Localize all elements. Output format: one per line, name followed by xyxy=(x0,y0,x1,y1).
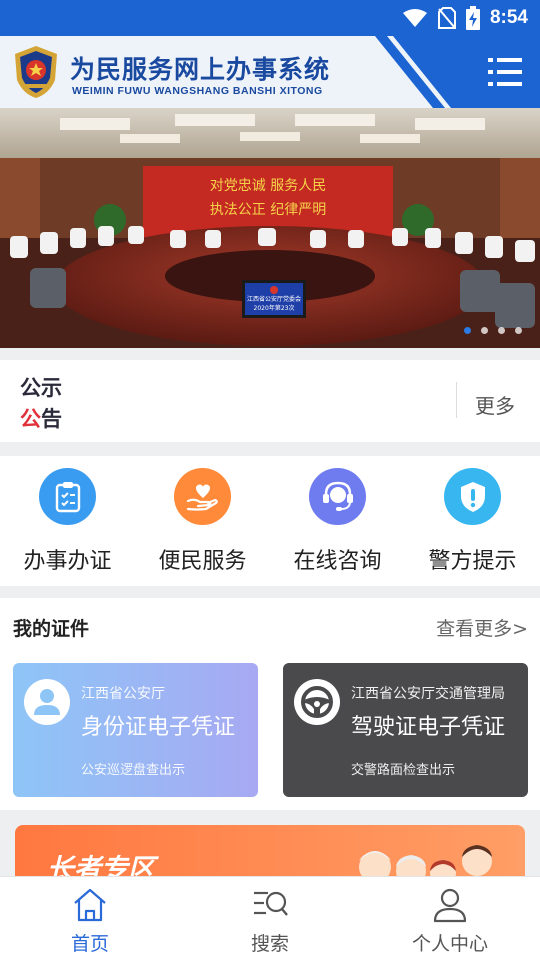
service-label: 在线咨询 xyxy=(293,549,382,574)
heart-hand-icon xyxy=(174,468,231,525)
banner-carousel[interactable]: 对党忠诚 服务人民 执法公正 纪律严明 江西省公安厅党委会 2020年第23次 xyxy=(0,108,540,348)
tab-label: 个人中心 xyxy=(411,933,488,955)
app-title: 为民服务网上办事系统 xyxy=(70,55,331,84)
service-item-bianmin[interactable]: 便民服务 xyxy=(135,456,270,586)
battery-charging-icon xyxy=(465,6,480,30)
notice-label-red: 公 xyxy=(20,407,41,431)
headset-icon xyxy=(309,468,366,525)
carousel-dot[interactable] xyxy=(498,327,505,334)
carousel-dot[interactable] xyxy=(464,327,471,334)
home-icon xyxy=(74,888,106,922)
carousel-dot[interactable] xyxy=(515,327,522,334)
section-title: 我的证件 xyxy=(13,618,90,640)
view-more-link[interactable]: 查看更多> xyxy=(436,614,528,641)
user-icon xyxy=(433,888,467,923)
clipboard-icon xyxy=(39,468,96,525)
app-header: 为民服务网上办事系统 WEIMIN FUWU WANGSHANG BANSHI … xyxy=(0,36,540,108)
service-label: 警方提示 xyxy=(428,549,517,574)
card-name: 身份证电子凭证 xyxy=(81,715,236,740)
menu-icon[interactable] xyxy=(488,56,522,88)
notice-label-line1: 公示 xyxy=(20,376,62,400)
card-name: 驾驶证电子凭证 xyxy=(351,715,506,740)
wifi-icon xyxy=(402,9,427,27)
banner-slogan-2: 执法公正 纪律严明 xyxy=(210,202,326,218)
tab-search[interactable]: 搜索 xyxy=(180,877,360,960)
app-subtitle: WEIMIN FUWU WANGSHANG BANSHI XITONG xyxy=(72,85,323,97)
id-card-certificate[interactable]: 江西省公安厅 身份证电子凭证 公安巡逻盘查出示 xyxy=(13,663,258,797)
status-bar: 8:54 xyxy=(0,0,540,36)
banner-screen-line2: 2020年第23次 xyxy=(254,304,295,312)
notice-label-rest: 告 xyxy=(41,407,62,431)
service-item-zixun[interactable]: 在线咨询 xyxy=(270,456,405,586)
driver-license-certificate[interactable]: 江西省公安厅交通管理局 驾驶证电子凭证 交警路面检查出示 xyxy=(283,663,528,797)
notice-more-link[interactable]: 更多 xyxy=(475,390,515,419)
no-sim-icon xyxy=(437,7,456,29)
card-note: 交警路面检查出示 xyxy=(351,763,456,778)
banner-screen-line1: 江西省公安厅党委会 xyxy=(247,295,301,303)
search-icon xyxy=(254,891,288,916)
my-certificates-section: 我的证件 查看更多> 江西省公安厅 身份证电子凭证 公安巡逻盘查出示 江西省公安… xyxy=(0,598,540,810)
service-label: 便民服务 xyxy=(158,549,247,574)
tab-profile[interactable]: 个人中心 xyxy=(360,877,540,960)
service-item-banshi[interactable]: 办事办证 xyxy=(0,456,135,586)
service-item-tishi[interactable]: 警方提示 xyxy=(405,456,540,586)
tab-home[interactable]: 首页 xyxy=(0,877,180,960)
notice-bar[interactable]: 公示 公告 更多 xyxy=(0,360,540,442)
carousel-indicator xyxy=(464,327,522,334)
meeting-room-photo: 对党忠诚 服务人民 执法公正 纪律严明 江西省公安厅党委会 2020年第23次 xyxy=(0,108,540,348)
bottom-tab-bar: 首页 搜索 个人中心 xyxy=(0,876,540,960)
card-issuer: 江西省公安厅交通管理局 xyxy=(351,686,505,702)
police-emblem-icon xyxy=(15,46,57,98)
card-note: 公安巡逻盘查出示 xyxy=(81,763,186,778)
steering-wheel-icon xyxy=(294,679,340,725)
banner-slogan-1: 对党忠诚 服务人民 xyxy=(210,178,326,194)
person-icon xyxy=(24,679,70,725)
shield-alert-icon xyxy=(444,468,501,525)
tab-label: 首页 xyxy=(70,933,109,955)
card-issuer: 江西省公安厅 xyxy=(81,686,165,702)
carousel-dot[interactable] xyxy=(481,327,488,334)
clock: 8:54 xyxy=(489,7,528,28)
service-grid: 办事办证 便民服务 在线咨询 警方提示 xyxy=(0,456,540,586)
tab-label: 搜索 xyxy=(250,933,289,955)
service-label: 办事办证 xyxy=(23,549,112,574)
notice-divider xyxy=(456,382,457,418)
notice-label-line2: 公告 xyxy=(20,403,62,433)
